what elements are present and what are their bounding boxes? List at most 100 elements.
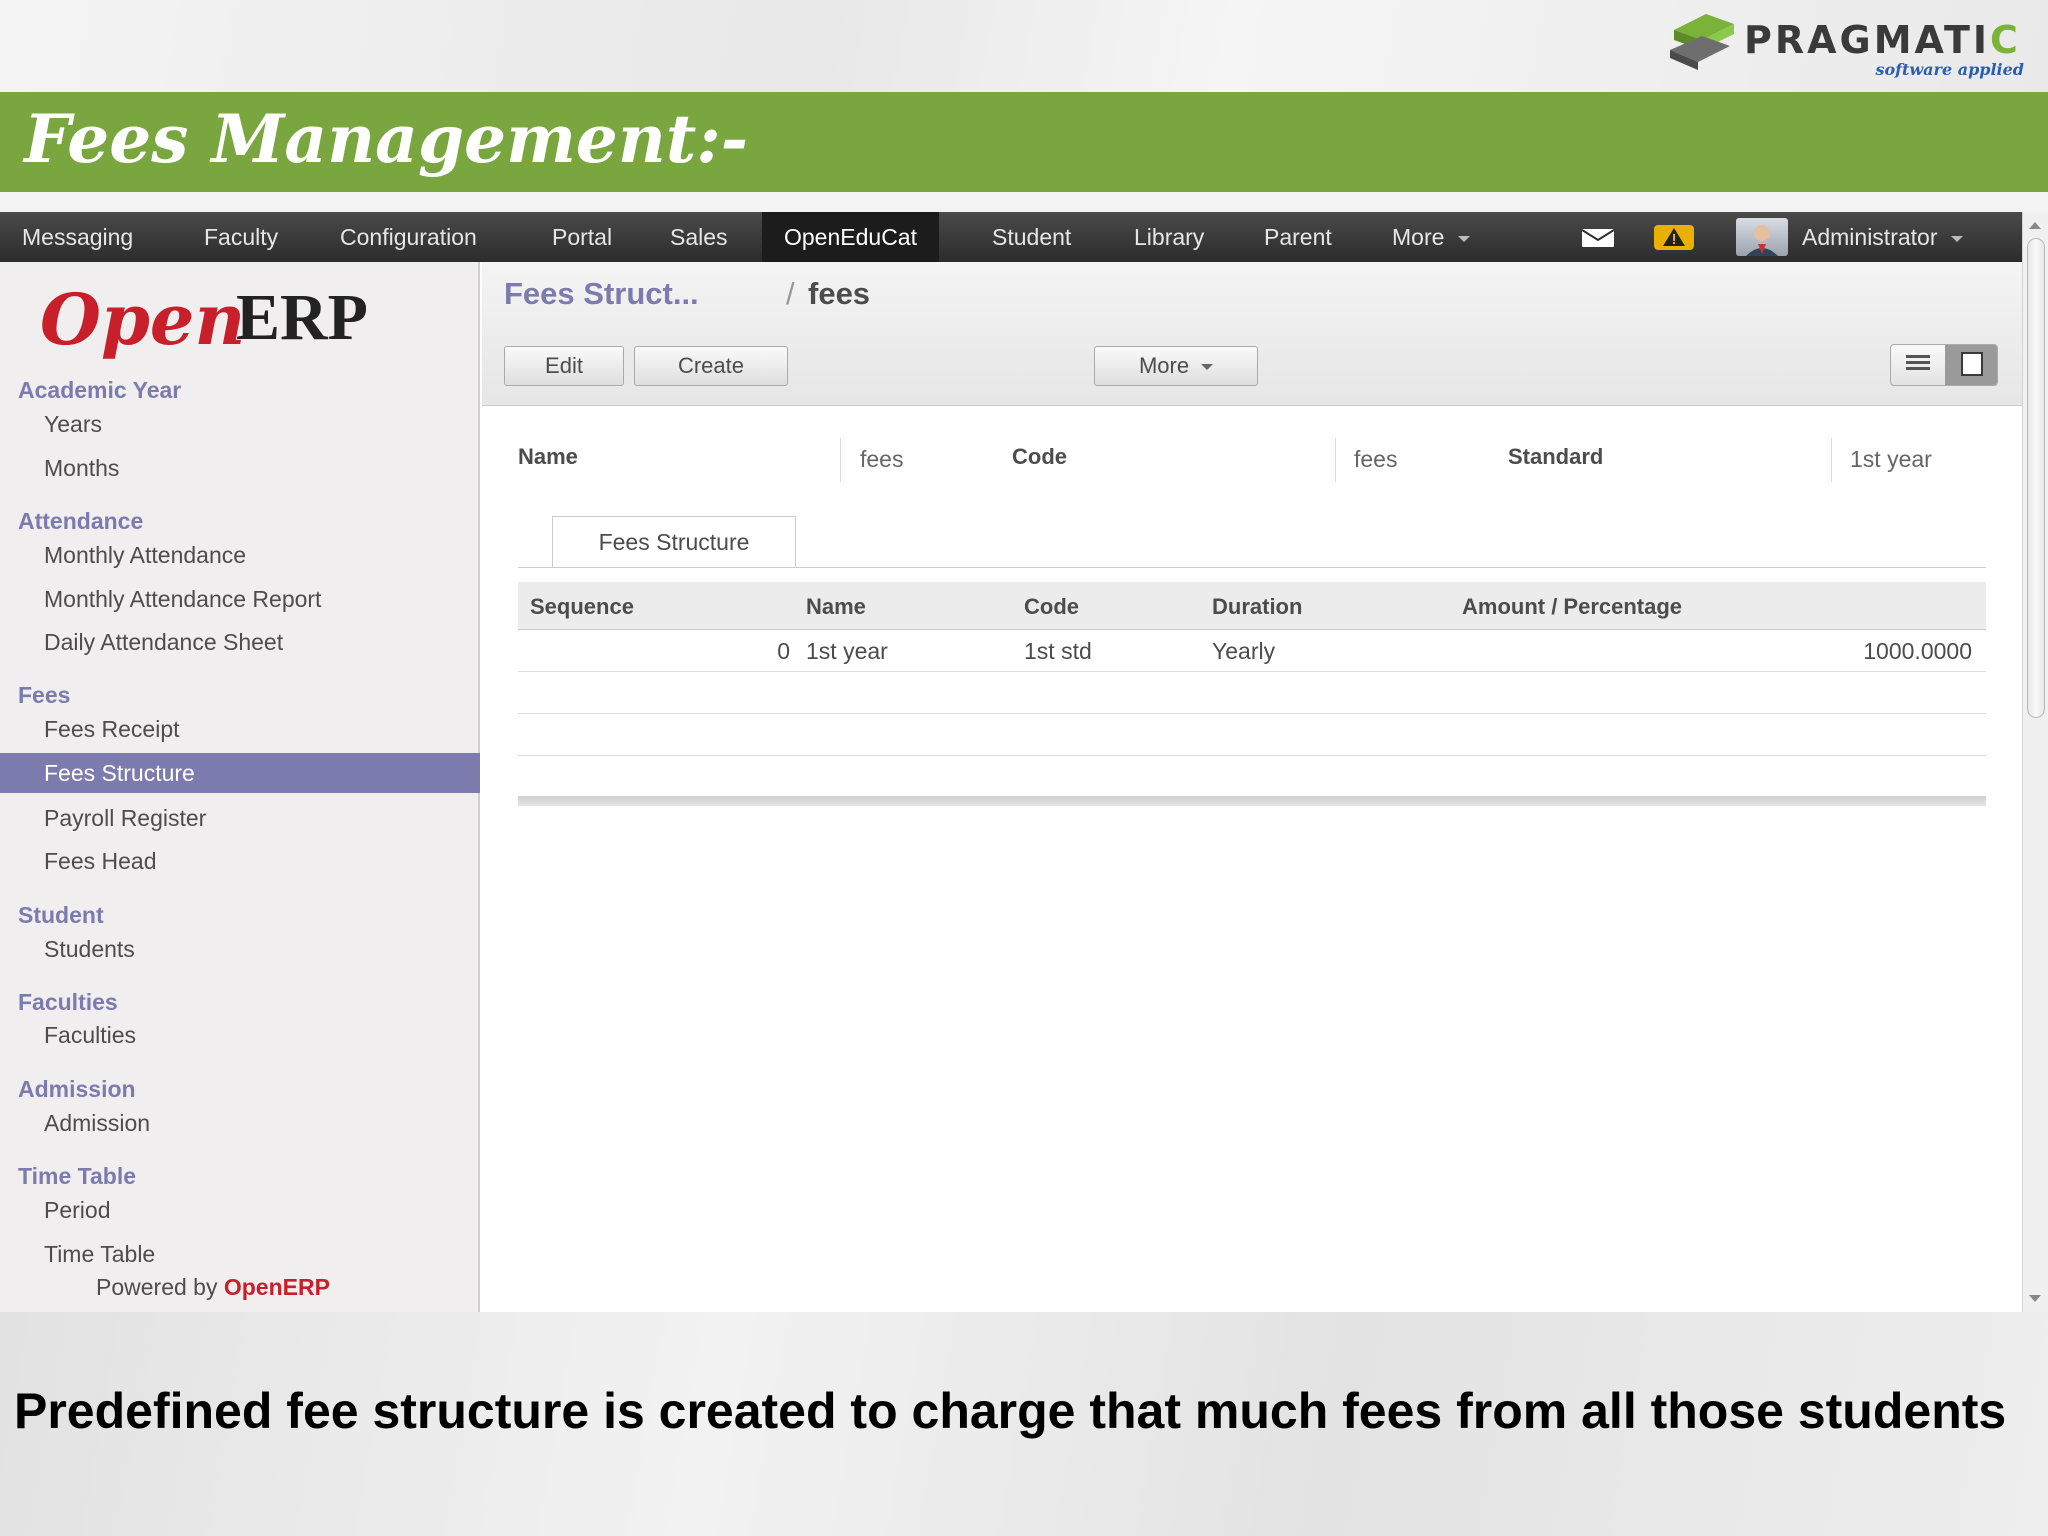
chevron-down-icon bbox=[1201, 364, 1214, 371]
breadcrumb-parent[interactable]: Fees Struct... bbox=[504, 276, 699, 312]
slide-title: Fees Management:- bbox=[24, 100, 749, 178]
tab-fees-structure[interactable]: Fees Structure bbox=[552, 516, 796, 568]
tab-divider bbox=[518, 567, 1986, 568]
pragmatic-logo-mark-icon bbox=[1670, 14, 1734, 70]
sidebar-item-monthly-attendance-report[interactable]: Monthly Attendance Report bbox=[0, 579, 480, 619]
scrollbar-thumb[interactable] bbox=[2027, 238, 2045, 718]
table-footer bbox=[518, 796, 1986, 806]
sidebar: Open ERP Academic Year Years Months Atte… bbox=[0, 262, 480, 1312]
user-name: Administrator bbox=[1802, 224, 1938, 250]
empty-table-row bbox=[518, 714, 1986, 756]
sidebar-item-daily-attendance-sheet[interactable]: Daily Attendance Sheet bbox=[0, 622, 480, 662]
nav-sales[interactable]: Sales bbox=[648, 212, 750, 262]
cell-code: 1st std bbox=[1024, 638, 1092, 664]
user-menu[interactable]: Administrator bbox=[1780, 212, 1985, 262]
field-label-standard: Standard bbox=[1508, 444, 1604, 469]
view-header: Fees Struct... / fees Edit Create More bbox=[482, 262, 2022, 406]
column-header-amount[interactable]: Amount / Percentage bbox=[1462, 594, 1682, 620]
title-band: Fees Management:- bbox=[0, 92, 2048, 192]
view-switcher bbox=[1890, 344, 1998, 386]
sidebar-item-monthly-attendance[interactable]: Monthly Attendance bbox=[0, 535, 480, 575]
field-value-standard: 1st year bbox=[1850, 446, 1932, 472]
cell-sequence: 0 bbox=[777, 638, 790, 664]
sidebar-item-faculties[interactable]: Faculties bbox=[0, 1015, 480, 1055]
empty-table-row bbox=[518, 756, 1986, 798]
list-view-button[interactable] bbox=[1891, 345, 1945, 385]
sidebar-item-months[interactable]: Months bbox=[0, 448, 480, 488]
main-content: Fees Struct... / fees Edit Create More N… bbox=[482, 262, 2022, 1312]
nav-messaging[interactable]: Messaging bbox=[0, 212, 155, 262]
openerp-window: Messaging Faculty Configuration Portal S… bbox=[0, 212, 2048, 1312]
nav-more-menu[interactable]: More bbox=[1370, 212, 1492, 262]
caption-area: Predefined fee structure is created to c… bbox=[0, 1312, 2048, 1536]
nav-faculty[interactable]: Faculty bbox=[182, 212, 300, 262]
create-button[interactable]: Create bbox=[634, 346, 788, 386]
column-header-duration[interactable]: Duration bbox=[1212, 594, 1302, 620]
sidebar-item-fees-head[interactable]: Fees Head bbox=[0, 841, 480, 881]
nav-parent[interactable]: Parent bbox=[1242, 212, 1354, 262]
brand-tagline: software applied bbox=[1875, 60, 2024, 79]
nav-portal[interactable]: Portal bbox=[530, 212, 634, 262]
form-view-button[interactable] bbox=[1945, 345, 1997, 385]
sidebar-item-period[interactable]: Period bbox=[0, 1190, 480, 1230]
nav-student[interactable]: Student bbox=[970, 212, 1093, 262]
breadcrumb-current: fees bbox=[808, 276, 871, 311]
section-academic-year: Academic Year bbox=[18, 377, 182, 403]
logo-erp-text: ERP bbox=[236, 281, 368, 354]
brand-name: PRAGMATIC bbox=[1744, 18, 2021, 62]
chevron-down-icon bbox=[1951, 235, 1964, 242]
chevron-down-icon bbox=[1458, 235, 1471, 242]
field-divider bbox=[1831, 438, 1832, 482]
more-button-label: More bbox=[1138, 353, 1190, 378]
cell-amount: 1000.0000 bbox=[1863, 638, 1972, 664]
sidebar-item-years[interactable]: Years bbox=[0, 404, 480, 444]
section-fees: Fees bbox=[18, 682, 71, 708]
openerp-logo: Open ERP bbox=[40, 278, 450, 361]
cell-name: 1st year bbox=[806, 638, 888, 664]
table-header: Sequence Name Code Duration Amount / Per… bbox=[518, 582, 1986, 630]
edit-button[interactable]: Edit bbox=[504, 346, 624, 386]
nav-more-label: More bbox=[1392, 224, 1445, 250]
nav-library[interactable]: Library bbox=[1112, 212, 1226, 262]
band-gap bbox=[0, 192, 2048, 212]
sidebar-item-time-table[interactable]: Time Table bbox=[0, 1234, 480, 1274]
table-row[interactable]: 0 1st year 1st std Yearly 1000.0000 bbox=[518, 630, 1986, 672]
section-student: Student bbox=[18, 902, 104, 928]
more-button[interactable]: More bbox=[1094, 346, 1258, 386]
vertical-scrollbar[interactable] bbox=[2022, 212, 2048, 1312]
sidebar-item-students[interactable]: Students bbox=[0, 929, 480, 969]
logo-open-text: Open bbox=[40, 278, 246, 361]
scroll-up-arrow-icon[interactable] bbox=[2029, 222, 2041, 229]
column-header-sequence[interactable]: Sequence bbox=[530, 594, 634, 620]
nav-configuration[interactable]: Configuration bbox=[318, 212, 499, 262]
sidebar-item-fees-receipt[interactable]: Fees Receipt bbox=[0, 709, 480, 749]
empty-table-row bbox=[518, 672, 1986, 714]
section-attendance: Attendance bbox=[18, 508, 144, 534]
cell-duration: Yearly bbox=[1212, 638, 1276, 664]
alert-icon[interactable] bbox=[1654, 225, 1694, 250]
sidebar-item-admission[interactable]: Admission bbox=[0, 1103, 480, 1143]
form-view-icon bbox=[1961, 352, 1983, 376]
column-header-code[interactable]: Code bbox=[1024, 594, 1079, 620]
powered-by-link[interactable]: OpenERP bbox=[224, 1274, 330, 1300]
powered-by-prefix: Powered by bbox=[96, 1274, 218, 1300]
list-view-icon bbox=[1906, 355, 1930, 370]
top-navigation-bar: Messaging Faculty Configuration Portal S… bbox=[0, 212, 2022, 262]
field-value-name: fees bbox=[860, 446, 904, 472]
section-admission: Admission bbox=[18, 1076, 136, 1102]
column-header-name[interactable]: Name bbox=[806, 594, 866, 620]
sidebar-item-payroll-register[interactable]: Payroll Register bbox=[0, 798, 480, 838]
mail-icon[interactable] bbox=[1582, 229, 1614, 247]
field-label-code: Code bbox=[1012, 444, 1067, 469]
powered-by: Powered by OpenERP bbox=[96, 1274, 330, 1301]
field-value-code: fees bbox=[1354, 446, 1398, 472]
nav-openeducat[interactable]: OpenEduCat bbox=[762, 212, 939, 262]
breadcrumb-separator: / bbox=[786, 276, 795, 311]
slide-header: PRAGMATIC software applied bbox=[0, 0, 2048, 92]
field-divider bbox=[840, 438, 841, 482]
scroll-down-arrow-icon[interactable] bbox=[2029, 1295, 2041, 1302]
field-label-name: Name bbox=[518, 444, 578, 469]
pragmatic-logo: PRAGMATIC software applied bbox=[1664, 8, 2024, 84]
slide-caption: Predefined fee structure is created to c… bbox=[14, 1383, 2007, 1439]
sidebar-item-fees-structure[interactable]: Fees Structure bbox=[0, 753, 480, 793]
